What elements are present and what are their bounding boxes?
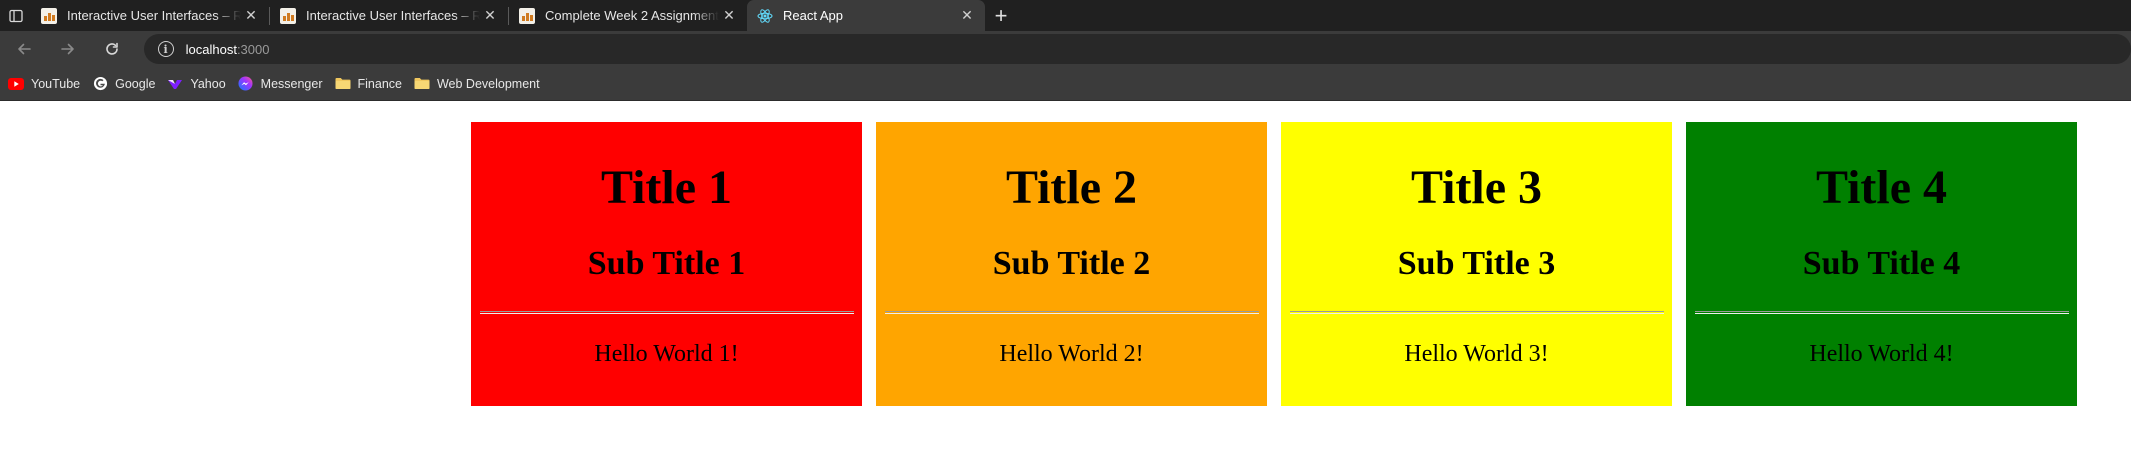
card-subtitle: Sub Title 1: [587, 245, 746, 282]
bookmark-label: Messenger: [260, 76, 323, 91]
yahoo-icon: [167, 76, 183, 92]
forward-arrow-icon: [61, 43, 74, 55]
card-3: Title 3 Sub Title 3 Hello World 3!: [1281, 122, 1672, 406]
bookmark-label: Finance: [357, 76, 402, 91]
reload-icon: [105, 42, 118, 55]
card-body: Hello World 1!: [594, 341, 739, 367]
card-body: Hello World 3!: [1404, 341, 1549, 367]
course-icon: [280, 7, 296, 24]
tab-title: Interactive User Interfaces – React: [306, 8, 480, 23]
youtube-icon: [8, 76, 24, 92]
close-tab-icon[interactable]: ✕: [957, 6, 977, 26]
card-4: Title 4 Sub Title 4 Hello World 4!: [1686, 122, 2077, 406]
card-divider: [1289, 311, 1664, 314]
page-content: Title 1 Sub Title 1 Hello World 1! Title…: [0, 102, 2131, 455]
card-1: Title 1 Sub Title 1 Hello World 1!: [471, 122, 862, 406]
new-tab-button[interactable]: +: [985, 0, 1017, 31]
card-subtitle: Sub Title 4: [1802, 245, 1961, 282]
bookmark-folder-web-development[interactable]: Web Development: [412, 71, 548, 97]
card-title: Title 1: [600, 161, 733, 214]
folder-icon: [414, 76, 430, 92]
card-subtitle: Sub Title 2: [992, 245, 1151, 282]
tab-strip: Interactive User Interfaces – React ✕ In…: [0, 0, 2131, 31]
google-icon: [92, 76, 108, 92]
tab[interactable]: Interactive User Interfaces – React ✕: [270, 0, 508, 31]
tab[interactable]: Interactive User Interfaces – React ✕: [31, 0, 269, 31]
tab-actions-icon: [8, 9, 23, 22]
card-title: Title 2: [1005, 161, 1138, 214]
card-body: Hello World 4!: [1809, 341, 1954, 367]
bookmark-messenger[interactable]: Messenger: [236, 71, 331, 97]
address-bar[interactable]: i localhost:3000: [143, 34, 2131, 64]
course-icon: [519, 7, 535, 24]
tab-title: React App: [783, 8, 843, 23]
react-icon: [757, 8, 773, 24]
bookmark-youtube[interactable]: YouTube: [6, 71, 88, 97]
card-body: Hello World 2!: [999, 341, 1144, 367]
close-tab-icon[interactable]: ✕: [480, 6, 500, 26]
back-arrow-icon: [18, 43, 31, 55]
bookmark-label: Yahoo: [190, 76, 226, 91]
close-tab-icon[interactable]: ✕: [719, 6, 739, 26]
tab[interactable]: Complete Week 2 Assignment: B ✕: [509, 0, 747, 31]
url-port: :3000: [236, 41, 270, 57]
site-info-icon[interactable]: i: [157, 41, 174, 57]
bookmark-label: Web Development: [436, 76, 540, 91]
bookmarks-bar: YouTube Google Yahoo Messenger Finance W…: [0, 67, 2131, 101]
card-subtitle: Sub Title 3: [1397, 245, 1556, 282]
tab-active[interactable]: React App ✕: [747, 0, 985, 31]
forward-button[interactable]: [52, 33, 84, 65]
bookmark-label: Google: [115, 76, 156, 91]
bookmark-folder-finance[interactable]: Finance: [333, 71, 410, 97]
messenger-icon: [238, 76, 254, 92]
card-2: Title 2 Sub Title 2 Hello World 2!: [876, 122, 1267, 406]
close-tab-icon[interactable]: ✕: [241, 6, 261, 26]
course-icon: [41, 7, 57, 24]
tab-actions-button[interactable]: [0, 0, 31, 31]
card-divider: [884, 311, 1259, 314]
url-host: localhost: [185, 41, 237, 57]
bookmark-google[interactable]: Google: [90, 71, 163, 97]
tab-title: Complete Week 2 Assignment: B: [545, 8, 719, 23]
bookmark-yahoo[interactable]: Yahoo: [165, 71, 233, 97]
card-title: Title 3: [1410, 161, 1543, 214]
card-divider: [1694, 311, 2069, 314]
reload-button[interactable]: [96, 33, 128, 65]
browser-toolbar: i localhost:3000: [0, 31, 2131, 67]
bookmark-label: YouTube: [31, 76, 81, 91]
folder-icon: [335, 76, 351, 92]
card-title: Title 4: [1815, 161, 1948, 214]
tab-title: Interactive User Interfaces – React: [67, 8, 241, 23]
plus-icon: +: [994, 2, 1008, 28]
back-button[interactable]: [8, 33, 40, 65]
card-divider: [479, 311, 854, 314]
